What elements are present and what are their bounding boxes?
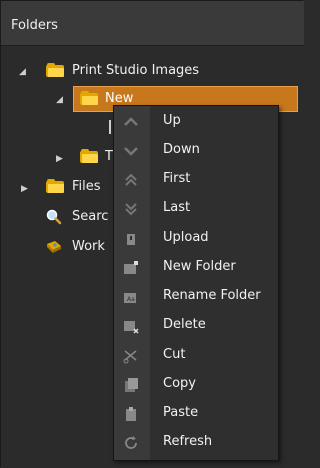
tree-item-t-label[interactable]: T bbox=[105, 149, 113, 164]
tree-indent-line bbox=[109, 120, 111, 134]
tree-item-files[interactable]: Files bbox=[72, 179, 101, 194]
menu-item-upload[interactable]: Upload bbox=[114, 224, 278, 253]
folders-panel: Folders ◢ Print Studio Images ◢ New ▶ T … bbox=[0, 0, 304, 468]
copy-icon bbox=[122, 376, 140, 394]
menu-item-new-folder[interactable]: New Folder bbox=[114, 253, 278, 282]
menu-item-label: Paste bbox=[163, 405, 199, 420]
menu-item-label: Delete bbox=[163, 317, 206, 332]
menu-item-delete[interactable]: Delete bbox=[114, 311, 278, 340]
tree-item-search[interactable]: Searc bbox=[72, 209, 108, 224]
menu-item-label: First bbox=[163, 171, 191, 186]
menu-item-label: Up bbox=[163, 113, 181, 128]
menu-item-label: Down bbox=[163, 142, 200, 157]
tree-item-work[interactable]: Work bbox=[72, 239, 105, 254]
double-down-arrow-icon bbox=[122, 200, 140, 218]
panel-title: Folders bbox=[11, 18, 58, 33]
collapse-arrow-icon[interactable]: ◢ bbox=[19, 67, 29, 77]
up-arrow-icon bbox=[122, 113, 140, 131]
menu-item-up[interactable]: Up bbox=[114, 107, 278, 136]
delete-folder-icon bbox=[122, 317, 140, 335]
search-icon bbox=[46, 209, 62, 225]
menu-item-down[interactable]: Down bbox=[114, 136, 278, 165]
expand-arrow-icon[interactable]: ▶ bbox=[21, 184, 31, 194]
folder-icon bbox=[46, 63, 64, 77]
new-folder-icon bbox=[122, 259, 140, 277]
menu-item-label: Last bbox=[163, 200, 191, 215]
menu-item-copy[interactable]: Copy bbox=[114, 370, 278, 399]
expand-arrow-icon[interactable]: ▶ bbox=[56, 154, 66, 164]
panel-header: Folders bbox=[1, 1, 304, 46]
upload-icon bbox=[122, 230, 140, 248]
collapse-arrow-icon[interactable]: ◢ bbox=[56, 95, 66, 105]
svg-text:Aa: Aa bbox=[127, 296, 135, 303]
double-up-arrow-icon bbox=[122, 171, 140, 189]
paste-icon bbox=[122, 405, 140, 423]
menu-item-paste[interactable]: Paste bbox=[114, 399, 278, 428]
scissors-icon bbox=[122, 347, 140, 365]
folder-icon bbox=[80, 149, 98, 163]
down-arrow-icon bbox=[122, 142, 140, 160]
folder-icon bbox=[80, 91, 98, 105]
menu-item-label: Refresh bbox=[163, 434, 213, 449]
menu-item-rename-folder[interactable]: Aa Rename Folder bbox=[114, 282, 278, 311]
workspace-icon bbox=[46, 239, 62, 255]
refresh-icon bbox=[122, 434, 140, 452]
tree-item-print-studio-images[interactable]: Print Studio Images bbox=[72, 63, 199, 78]
menu-item-label: Copy bbox=[163, 376, 196, 391]
tree-item-new-label: New bbox=[105, 91, 134, 106]
menu-item-last[interactable]: Last bbox=[114, 194, 278, 223]
menu-item-refresh[interactable]: Refresh bbox=[114, 428, 278, 457]
menu-item-label: New Folder bbox=[163, 259, 236, 274]
menu-item-first[interactable]: First bbox=[114, 165, 278, 194]
menu-item-label: Cut bbox=[163, 347, 186, 362]
menu-item-label: Upload bbox=[163, 230, 209, 245]
menu-item-cut[interactable]: Cut bbox=[114, 341, 278, 370]
context-menu: Up Down First Last Upload New Folder Aa … bbox=[113, 105, 279, 461]
menu-item-label: Rename Folder bbox=[163, 288, 261, 303]
rename-folder-icon: Aa bbox=[122, 288, 140, 306]
folder-icon bbox=[46, 179, 64, 193]
